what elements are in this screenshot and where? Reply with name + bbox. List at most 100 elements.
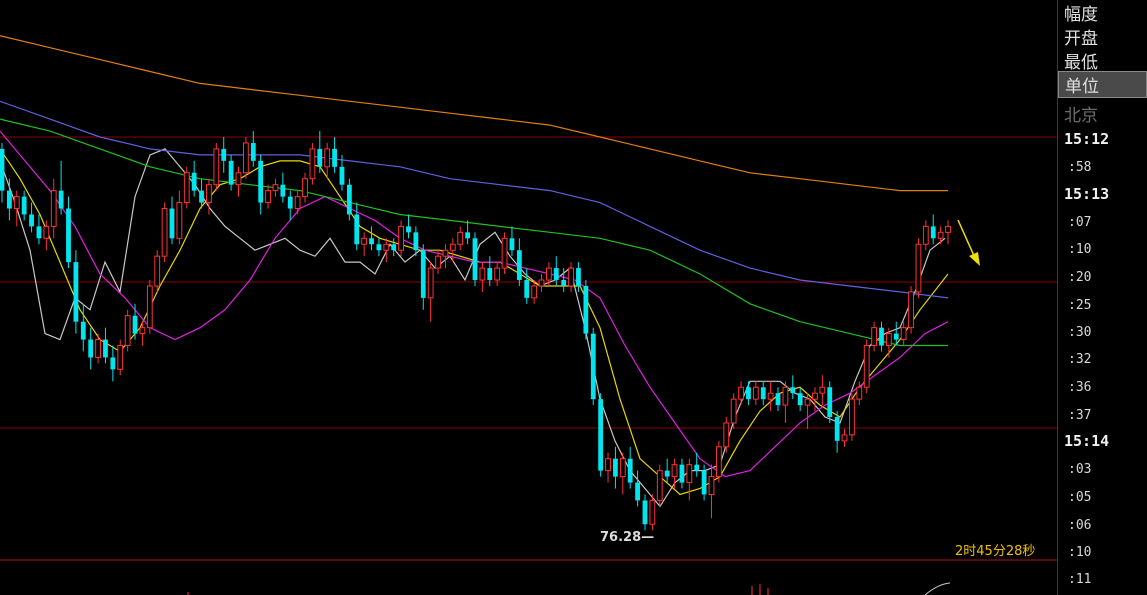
low-price-marker: 76.28— [600, 530, 655, 545]
candle-body-down [228, 160, 234, 185]
candle-body-down [339, 166, 345, 185]
candle-body-down [346, 184, 352, 215]
candle-body-up [294, 196, 301, 210]
candle-body-up [812, 392, 818, 400]
candle-body-up [206, 184, 212, 204]
candle-body-up [50, 190, 57, 227]
candle-body-down [6, 190, 12, 209]
candle-body-up [435, 255, 441, 269]
candle-body-up [900, 327, 907, 341]
candle-body-up [146, 285, 153, 329]
candle-body-up [139, 327, 146, 335]
candle-body-up [849, 398, 855, 436]
time-tick-minor: :06 [1068, 518, 1092, 533]
candle-body-up [752, 386, 759, 400]
candle-body-down [642, 500, 648, 525]
candle-body-down [590, 333, 596, 400]
candle-body-up [856, 386, 863, 400]
candle-body-down [406, 226, 411, 233]
candle-body-down [80, 321, 86, 340]
candle-body-up [908, 291, 914, 329]
candle-body-up [841, 434, 848, 442]
candle-body-down [790, 387, 796, 394]
candle-body-down [664, 470, 670, 477]
time-tick-major: 15:13 [1064, 185, 1110, 203]
candle-body-up [124, 315, 131, 347]
menu-item-low[interactable]: 最低 [1064, 48, 1098, 73]
candle-body-up [945, 225, 951, 233]
candle-body-up [767, 392, 774, 400]
candle-body-down [287, 196, 293, 209]
candle-body-down [110, 357, 116, 370]
time-tick-minor: :25 [1068, 298, 1092, 313]
arrow-line [957, 219, 976, 259]
candle-body-down [420, 250, 426, 298]
candle-body-down [465, 232, 471, 239]
candle-body-down [376, 244, 382, 251]
arrow-head [969, 252, 980, 266]
candle-body-up [738, 386, 744, 400]
candle-body-down [0, 148, 5, 191]
time-tick-minor: :58 [1068, 160, 1092, 175]
menu-item-unit-selected[interactable]: 单位 [1058, 71, 1147, 98]
candle-body-down [746, 387, 751, 400]
menu-item-open[interactable]: 开盘 [1064, 24, 1098, 49]
candle-body-down [354, 214, 360, 245]
ma-line-yellow [0, 148, 949, 496]
candle-body-down [598, 399, 604, 471]
candle-body-up [937, 231, 944, 239]
candle-body-up [885, 333, 892, 347]
candle-body-up [324, 148, 331, 168]
candle-body-up [161, 208, 168, 257]
candle-body-down [760, 387, 766, 400]
countdown-label: 2时45分28秒 [955, 544, 1036, 559]
candle-body-up [501, 237, 508, 269]
candle-body-up [442, 249, 449, 257]
candle-body-up [730, 398, 737, 424]
candle-body-up [863, 345, 870, 388]
candle-body-up [176, 202, 183, 239]
candle-body-up [235, 172, 242, 186]
time-tick-minor: :07 [1068, 215, 1092, 230]
candle-body-down [169, 208, 175, 239]
candle-body-down [369, 238, 374, 245]
candle-body-down [280, 184, 286, 197]
ma-line-orange [0, 35, 948, 192]
time-tick-major: 15:12 [1064, 130, 1110, 148]
candle-body-down [635, 482, 640, 501]
candle-body-down [879, 327, 884, 346]
candle-body-down [797, 393, 803, 406]
candle-body-up [782, 386, 789, 406]
menu-item-beijing[interactable]: 北京 [1064, 101, 1098, 126]
candle-body-down [553, 268, 559, 280]
candlestick-chart[interactable]: 76.28— 2时45分28秒 [0, 0, 1057, 595]
candle-body-up [649, 499, 656, 525]
candle-body-down [58, 190, 64, 209]
candle-body-down [834, 417, 840, 441]
candle-body-up [871, 327, 877, 347]
candle-body-up [568, 267, 574, 287]
candle-body-down [391, 244, 397, 251]
time-tick-minor: :10 [1068, 545, 1092, 560]
menu-item-amplitude[interactable]: 幅度 [1064, 0, 1098, 25]
candle-body-down [66, 208, 71, 263]
candle-body-up [213, 148, 220, 186]
candle-body-down [472, 238, 478, 280]
candle-body-up [804, 398, 811, 406]
candle-body-down [775, 393, 781, 406]
time-tick-minor: :11 [1068, 572, 1092, 587]
candle-body-up [302, 178, 308, 198]
candle-body-up [605, 458, 611, 472]
candle-body-down [21, 196, 27, 215]
candle-body-up [242, 142, 249, 174]
candle-body-up [715, 446, 722, 478]
candle-body-down [827, 387, 833, 418]
candle-body-up [686, 464, 693, 484]
candle-body-up [671, 464, 678, 478]
candle-body-down [509, 238, 515, 251]
candle-body-down [103, 339, 108, 358]
candle-body-down [317, 148, 323, 167]
candle-body-up [619, 458, 626, 478]
candle-body-down [36, 226, 42, 239]
volume-ma-curve [924, 582, 951, 595]
